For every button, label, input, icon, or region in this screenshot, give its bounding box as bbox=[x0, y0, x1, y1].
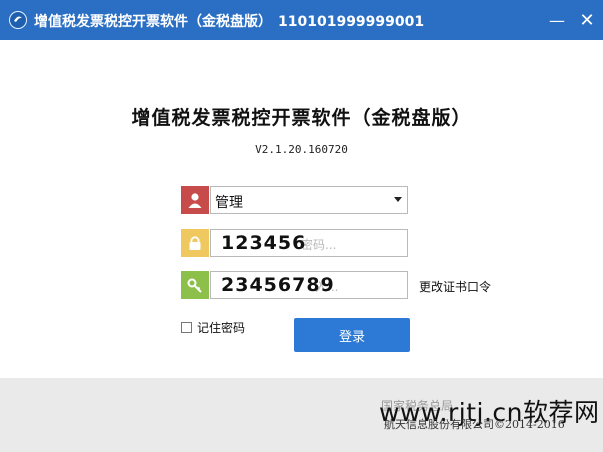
remember-password-checkbox[interactable] bbox=[181, 322, 192, 333]
dropdown-arrow-icon[interactable] bbox=[394, 197, 402, 202]
key-icon bbox=[181, 271, 209, 299]
window-title: 增值税发票税控开票软件（金税盘版） 110101999999001 bbox=[34, 11, 424, 31]
title-bar: 增值税发票税控开票软件（金税盘版） 110101999999001 — ✕ bbox=[0, 0, 603, 40]
user-icon bbox=[181, 186, 209, 214]
minimize-icon[interactable]: — bbox=[546, 9, 568, 31]
app-title: 增值税发票税控开票软件（金税盘版） bbox=[131, 107, 472, 129]
cert-password-value: 23456789 bbox=[221, 274, 335, 296]
cert-password-input[interactable]: 入... 23456789 bbox=[210, 271, 408, 299]
user-select[interactable]: 管理 bbox=[210, 186, 408, 214]
copyright: 航天信息股份有限公司©2014-2016 bbox=[384, 418, 565, 431]
password-input[interactable]: 密码... 123456 bbox=[210, 229, 408, 257]
close-icon[interactable]: ✕ bbox=[576, 9, 598, 31]
remember-password-label: 记住密码 bbox=[197, 321, 246, 335]
version-label: V2.1.20.160720 bbox=[255, 143, 348, 156]
remember-password[interactable]: 记住密码 bbox=[181, 319, 245, 336]
change-cert-password-link[interactable]: 更改证书口令 bbox=[419, 278, 491, 295]
window-serial: 110101999999001 bbox=[278, 14, 425, 30]
app-logo-icon bbox=[9, 11, 27, 29]
login-button[interactable]: 登录 bbox=[294, 318, 410, 352]
lock-icon bbox=[181, 229, 209, 257]
password-value: 123456 bbox=[221, 232, 307, 254]
user-select-value: 管理 bbox=[215, 195, 243, 211]
window-title-text: 增值税发票税控开票软件（金税盘版） bbox=[34, 14, 272, 30]
